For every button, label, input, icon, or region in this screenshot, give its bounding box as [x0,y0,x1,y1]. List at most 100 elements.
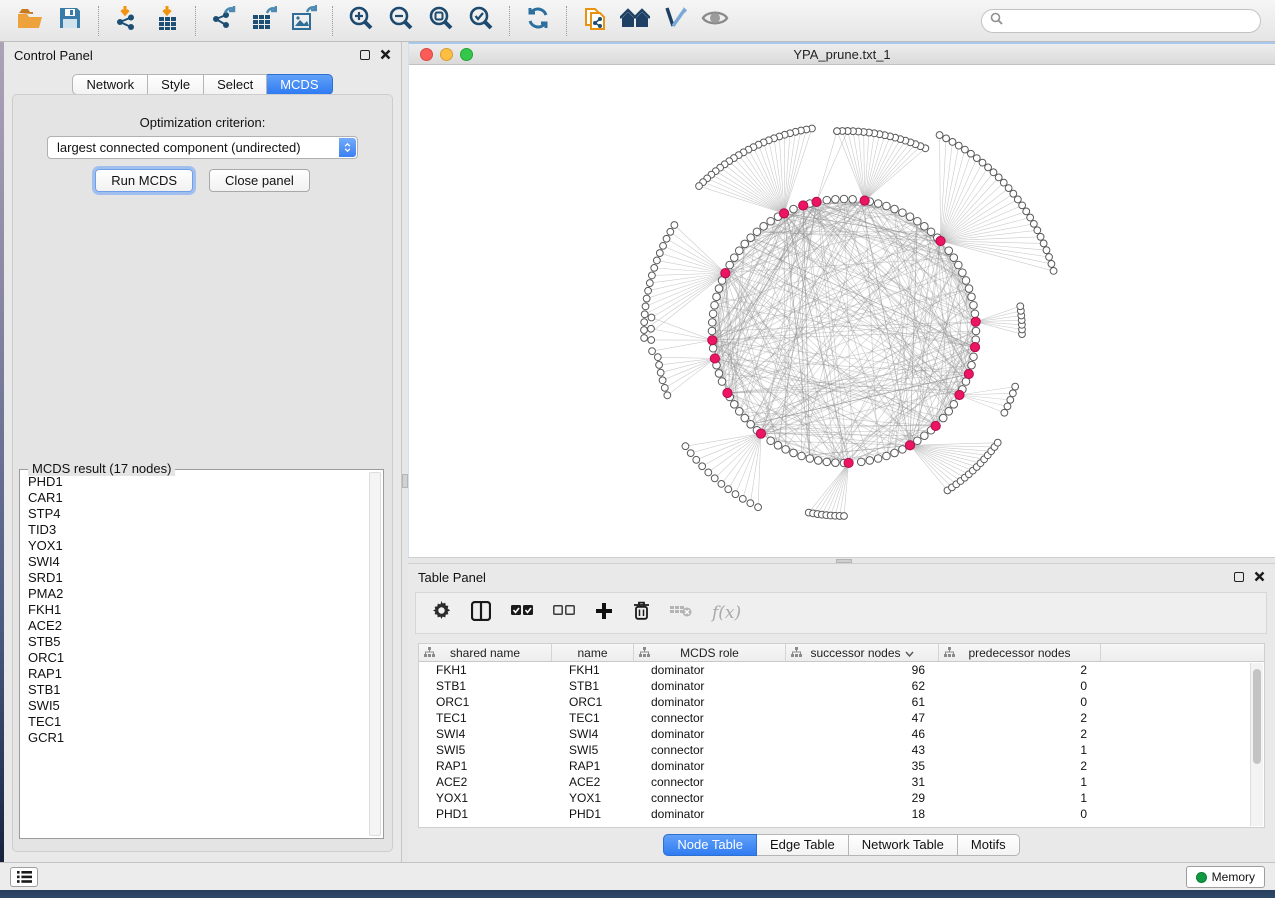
select-all-button[interactable] [511,604,533,622]
table-cell: 31 [786,774,939,790]
list-item[interactable]: ACE2 [26,618,367,634]
list-item[interactable]: GCR1 [26,730,367,746]
memory-button[interactable]: Memory [1186,866,1265,888]
list-item[interactable]: TID3 [26,522,367,538]
table-panel-titlebar: Table Panel [408,564,1275,590]
float-window-icon[interactable] [1234,572,1244,582]
table-row[interactable]: RAP1RAP1dominator352 [419,758,1264,774]
table-row[interactable]: SWI5SWI5connector431 [419,742,1264,758]
table-row[interactable]: STB1STB1dominator620 [419,678,1264,694]
list-item[interactable]: YOX1 [26,538,367,554]
network-window-titlebar[interactable]: YPA_prune.txt_1 [409,44,1275,65]
zoom-selected-button[interactable] [464,4,498,38]
save-button[interactable] [53,4,87,38]
criterion-select[interactable]: largest connected component (undirected) [47,136,358,159]
column-label: name [577,646,607,660]
clone-network-button[interactable] [578,4,612,38]
tab-motifs[interactable]: Motifs [958,834,1020,856]
column-header-MCDS-role[interactable]: MCDS role [634,644,786,661]
column-header-successor-nodes[interactable]: successor nodes [786,644,939,661]
list-item[interactable]: STB5 [26,634,367,650]
list-item[interactable]: TEC1 [26,714,367,730]
list-item[interactable]: SWI4 [26,554,367,570]
zoom-out-button[interactable] [384,4,418,38]
table-cell: 35 [786,758,939,774]
table-row[interactable]: YOX1YOX1connector291 [419,790,1264,806]
list-item[interactable]: PMA2 [26,586,367,602]
horizontal-splitter[interactable] [408,557,1275,564]
column-header-shared-name[interactable]: shared name [419,644,552,661]
table-settings-button[interactable] [432,601,451,625]
toolbar-separator [509,6,510,36]
tab-network[interactable]: Network [72,74,148,95]
table-cell: 0 [939,678,1101,694]
refresh-button[interactable] [521,4,555,38]
close-icon[interactable] [380,48,391,63]
table-row[interactable]: SWI4SWI4dominator462 [419,726,1264,742]
function-builder-button[interactable]: f(x) [712,603,741,623]
tab-network-table[interactable]: Network Table [849,834,958,856]
deselect-all-button[interactable] [553,604,575,622]
table-row[interactable]: ACE2ACE2connector311 [419,774,1264,790]
zoom-fit-button[interactable] [424,4,458,38]
network-graph[interactable] [409,65,1275,556]
table-row[interactable]: TEC1TEC1connector472 [419,710,1264,726]
table-panel: Table Panel f(x) shared name name MCDS rol… [408,564,1275,862]
list-item[interactable]: STP4 [26,506,367,522]
tab-select[interactable]: Select [204,74,267,95]
delete-column-button[interactable] [633,601,650,625]
search-box[interactable] [981,9,1261,33]
column-type-icon [424,647,435,661]
minimize-window-icon[interactable] [440,48,453,61]
import-network-button[interactable] [110,4,144,38]
control-panel-title: Control Panel [14,48,93,63]
zoom-in-button[interactable] [344,4,378,38]
show-hide-graphics-button[interactable] [698,4,732,38]
show-columns-button[interactable] [471,601,491,626]
table-row[interactable]: FKH1FKH1dominator962 [419,662,1264,678]
table-row[interactable]: ORC1ORC1dominator610 [419,694,1264,710]
list-item[interactable]: FKH1 [26,602,367,618]
table-row[interactable]: PHD1PHD1dominator180 [419,806,1264,822]
table-scrollbar[interactable] [1250,663,1263,826]
add-column-button[interactable] [595,602,613,625]
tab-node-table[interactable]: Node Table [663,834,757,856]
table-cell: YOX1 [552,790,634,806]
column-header-name[interactable]: name [552,644,634,661]
close-panel-button[interactable]: Close panel [209,169,310,192]
mcds-list-scrollbar[interactable] [369,472,381,836]
list-item[interactable]: SRD1 [26,570,367,586]
float-window-icon[interactable] [360,50,370,60]
table-cell: dominator [634,806,786,822]
table-cell: 29 [786,790,939,806]
list-item[interactable]: PHD1 [26,474,367,490]
tab-style[interactable]: Style [148,74,204,95]
splitter-grip[interactable] [836,559,852,563]
column-header-predecessor-nodes[interactable]: predecessor nodes [939,644,1101,661]
close-icon[interactable] [1254,570,1265,585]
list-item[interactable]: ORC1 [26,650,367,666]
list-item[interactable]: RAP1 [26,666,367,682]
import-table-button[interactable] [150,4,184,38]
export-image-button[interactable] [287,4,321,38]
list-icon [17,871,32,883]
apply-style-button[interactable] [658,4,692,38]
export-network-button[interactable] [207,4,241,38]
list-item[interactable]: STB1 [26,682,367,698]
tab-mcds[interactable]: MCDS [267,74,332,95]
list-item[interactable]: SWI5 [26,698,367,714]
maximize-window-icon[interactable] [460,48,473,61]
scrollbar-thumb[interactable] [1253,669,1261,764]
search-input[interactable] [1009,14,1252,28]
task-history-button[interactable] [10,867,38,887]
run-mcds-button[interactable]: Run MCDS [95,169,193,192]
open-file-button[interactable] [13,4,47,38]
export-table-button[interactable] [247,4,281,38]
tab-edge-table[interactable]: Edge Table [757,834,849,856]
first-neighbors-button[interactable] [618,4,652,38]
list-item[interactable]: CAR1 [26,490,367,506]
table-cell: 0 [939,806,1101,822]
delete-table-button[interactable] [670,604,692,623]
select-stepper-icon [339,138,356,157]
close-window-icon[interactable] [420,48,433,61]
